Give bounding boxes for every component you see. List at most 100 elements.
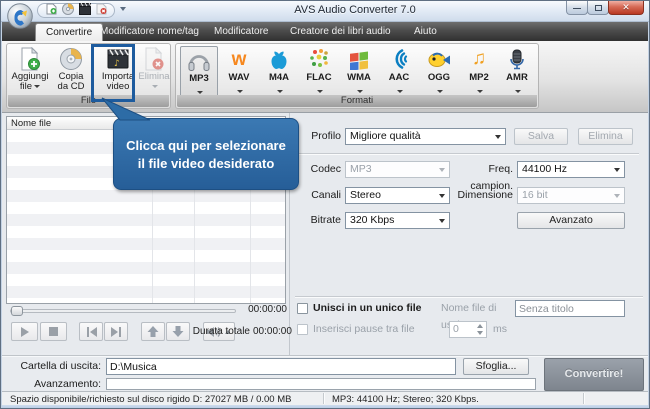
minimize-button[interactable] bbox=[566, 1, 588, 15]
spinner-up-icon[interactable] bbox=[477, 324, 483, 328]
previous-button[interactable] bbox=[79, 322, 103, 341]
bitrate-select[interactable]: 320 Kbps bbox=[345, 212, 450, 229]
profilo-select[interactable]: Migliore qualità bbox=[345, 128, 506, 145]
chevron-down-icon bbox=[197, 91, 203, 94]
close-button[interactable]: ✕ bbox=[608, 1, 644, 15]
progress-bar bbox=[106, 378, 536, 390]
format-wav-button[interactable]: w WAV bbox=[220, 46, 258, 102]
spinner-down-icon[interactable] bbox=[477, 331, 483, 335]
canali-label: Canali bbox=[291, 187, 341, 204]
pause-spinner[interactable]: 0 bbox=[449, 321, 487, 338]
next-button[interactable] bbox=[104, 322, 128, 341]
format-wma-button[interactable]: WMA bbox=[340, 46, 378, 102]
tab-creatore-libri-audio[interactable]: Creatore dei libri audio bbox=[286, 22, 395, 41]
arcs-icon bbox=[380, 46, 418, 72]
unisci-checkbox[interactable] bbox=[297, 303, 308, 314]
dimensione-select[interactable]: 16 bit bbox=[517, 187, 625, 204]
tab-modificatore-nome-tag[interactable]: Modificatore nome/tag bbox=[96, 22, 203, 41]
cd-icon bbox=[52, 46, 90, 72]
convertire-button[interactable]: Convertire! bbox=[544, 358, 644, 391]
next-icon bbox=[111, 327, 122, 337]
cartella-input[interactable] bbox=[106, 358, 456, 375]
microphone-icon bbox=[498, 46, 536, 72]
status-divider bbox=[323, 393, 324, 404]
move-up-button[interactable] bbox=[141, 322, 165, 341]
windows-flag-icon bbox=[340, 46, 378, 72]
pause-checkbox[interactable] bbox=[297, 324, 308, 335]
pause-label: Inserisci pause tra file bbox=[313, 321, 415, 338]
fish-icon bbox=[420, 46, 458, 72]
sfoglia-button[interactable]: Sfoglia... bbox=[463, 358, 529, 375]
nome-uscita-input[interactable] bbox=[515, 300, 625, 317]
move-down-button[interactable] bbox=[166, 322, 190, 341]
format-aac-button[interactable]: AAC bbox=[380, 46, 418, 102]
app-window: AVS Audio Converter 7.0 ✕ Con bbox=[0, 0, 650, 409]
quick-import-video-icon[interactable] bbox=[79, 3, 91, 18]
arrow-down-icon bbox=[172, 326, 184, 337]
tab-convertire[interactable]: Convertire bbox=[35, 23, 103, 41]
cartella-label: Cartella di uscita: bbox=[11, 358, 101, 375]
chevron-down-icon bbox=[397, 90, 403, 93]
dimensione-label: Dimensione bbox=[443, 187, 513, 204]
chevron-down-icon bbox=[237, 90, 243, 93]
separator bbox=[299, 153, 639, 154]
format-amr-button[interactable]: AMR bbox=[498, 46, 536, 102]
quick-cd-icon[interactable] bbox=[62, 3, 74, 18]
quickbar-chevron-icon[interactable] bbox=[120, 7, 126, 11]
headphones-icon bbox=[181, 47, 217, 73]
format-ogg-button[interactable]: OGG bbox=[420, 46, 458, 102]
formats-group-caption: Formati bbox=[177, 95, 537, 107]
chevron-down-icon bbox=[357, 90, 363, 93]
copy-cd-button[interactable]: Copia da CD bbox=[52, 46, 90, 94]
tab-modificatore[interactable]: Modificatore bbox=[210, 22, 272, 41]
statusbar: Spazio disponibile/richiesto sul disco r… bbox=[2, 391, 648, 405]
separator bbox=[295, 296, 643, 297]
wav-wave-icon: w bbox=[232, 50, 247, 69]
maximize-icon bbox=[595, 5, 602, 11]
dots-icon bbox=[300, 46, 338, 72]
freq-select[interactable]: 44100 Hz bbox=[517, 161, 625, 178]
tooltip-line2: il file video desiderato bbox=[114, 156, 298, 171]
position-time: 00:00:00 bbox=[241, 304, 287, 315]
minimize-icon bbox=[573, 6, 581, 9]
add-file-button[interactable]: Aggiungi file bbox=[11, 46, 49, 94]
delete-button[interactable]: Elimina bbox=[137, 46, 171, 94]
separator bbox=[2, 355, 648, 356]
chevron-down-icon bbox=[515, 90, 521, 93]
unisci-label: Unisci in un unico file bbox=[313, 300, 422, 317]
format-m4a-button[interactable]: M4A bbox=[260, 46, 298, 102]
seek-slider-track[interactable] bbox=[10, 309, 236, 313]
elimina-profilo-button[interactable]: Elimina bbox=[578, 128, 633, 145]
import-video-highlight bbox=[91, 44, 135, 102]
ms-label: ms bbox=[493, 321, 507, 338]
format-mp3-button[interactable]: MP3 bbox=[180, 46, 218, 102]
canali-select[interactable]: Stereo bbox=[345, 187, 450, 204]
durata-time: 00:00:00 bbox=[253, 326, 287, 337]
format-flac-button[interactable]: FLAC bbox=[300, 46, 338, 102]
quick-add-file-icon[interactable] bbox=[46, 3, 57, 18]
quick-access-toolbar bbox=[37, 3, 115, 18]
window-frame bbox=[1, 22, 2, 408]
tooltip-callout: Clicca qui per selezionare il file video… bbox=[113, 118, 299, 190]
tab-aiuto[interactable]: Aiuto bbox=[410, 22, 441, 41]
format-mp2-button[interactable]: ♫ MP2 bbox=[460, 46, 498, 102]
codec-select[interactable]: MP3 bbox=[345, 161, 450, 178]
bitrate-label: Bitrate bbox=[291, 212, 341, 229]
add-file-icon bbox=[11, 46, 49, 72]
seek-slider-handle[interactable] bbox=[11, 306, 23, 316]
chevron-down-icon bbox=[317, 90, 323, 93]
delete-file-icon bbox=[137, 46, 171, 72]
stop-button[interactable] bbox=[40, 322, 67, 341]
play-button[interactable] bbox=[11, 322, 38, 341]
chevron-down-icon bbox=[152, 85, 158, 88]
salva-button[interactable]: Salva bbox=[514, 128, 568, 145]
stop-icon bbox=[49, 327, 58, 336]
quick-delete-icon[interactable] bbox=[96, 3, 107, 18]
window-frame bbox=[1, 405, 649, 408]
maximize-button[interactable] bbox=[587, 1, 609, 15]
chevron-down-icon bbox=[277, 90, 283, 93]
app-logo-icon bbox=[7, 3, 33, 32]
avanzato-button[interactable]: Avanzato bbox=[517, 212, 625, 229]
tooltip-arrow bbox=[96, 96, 156, 122]
previous-icon bbox=[86, 327, 97, 337]
